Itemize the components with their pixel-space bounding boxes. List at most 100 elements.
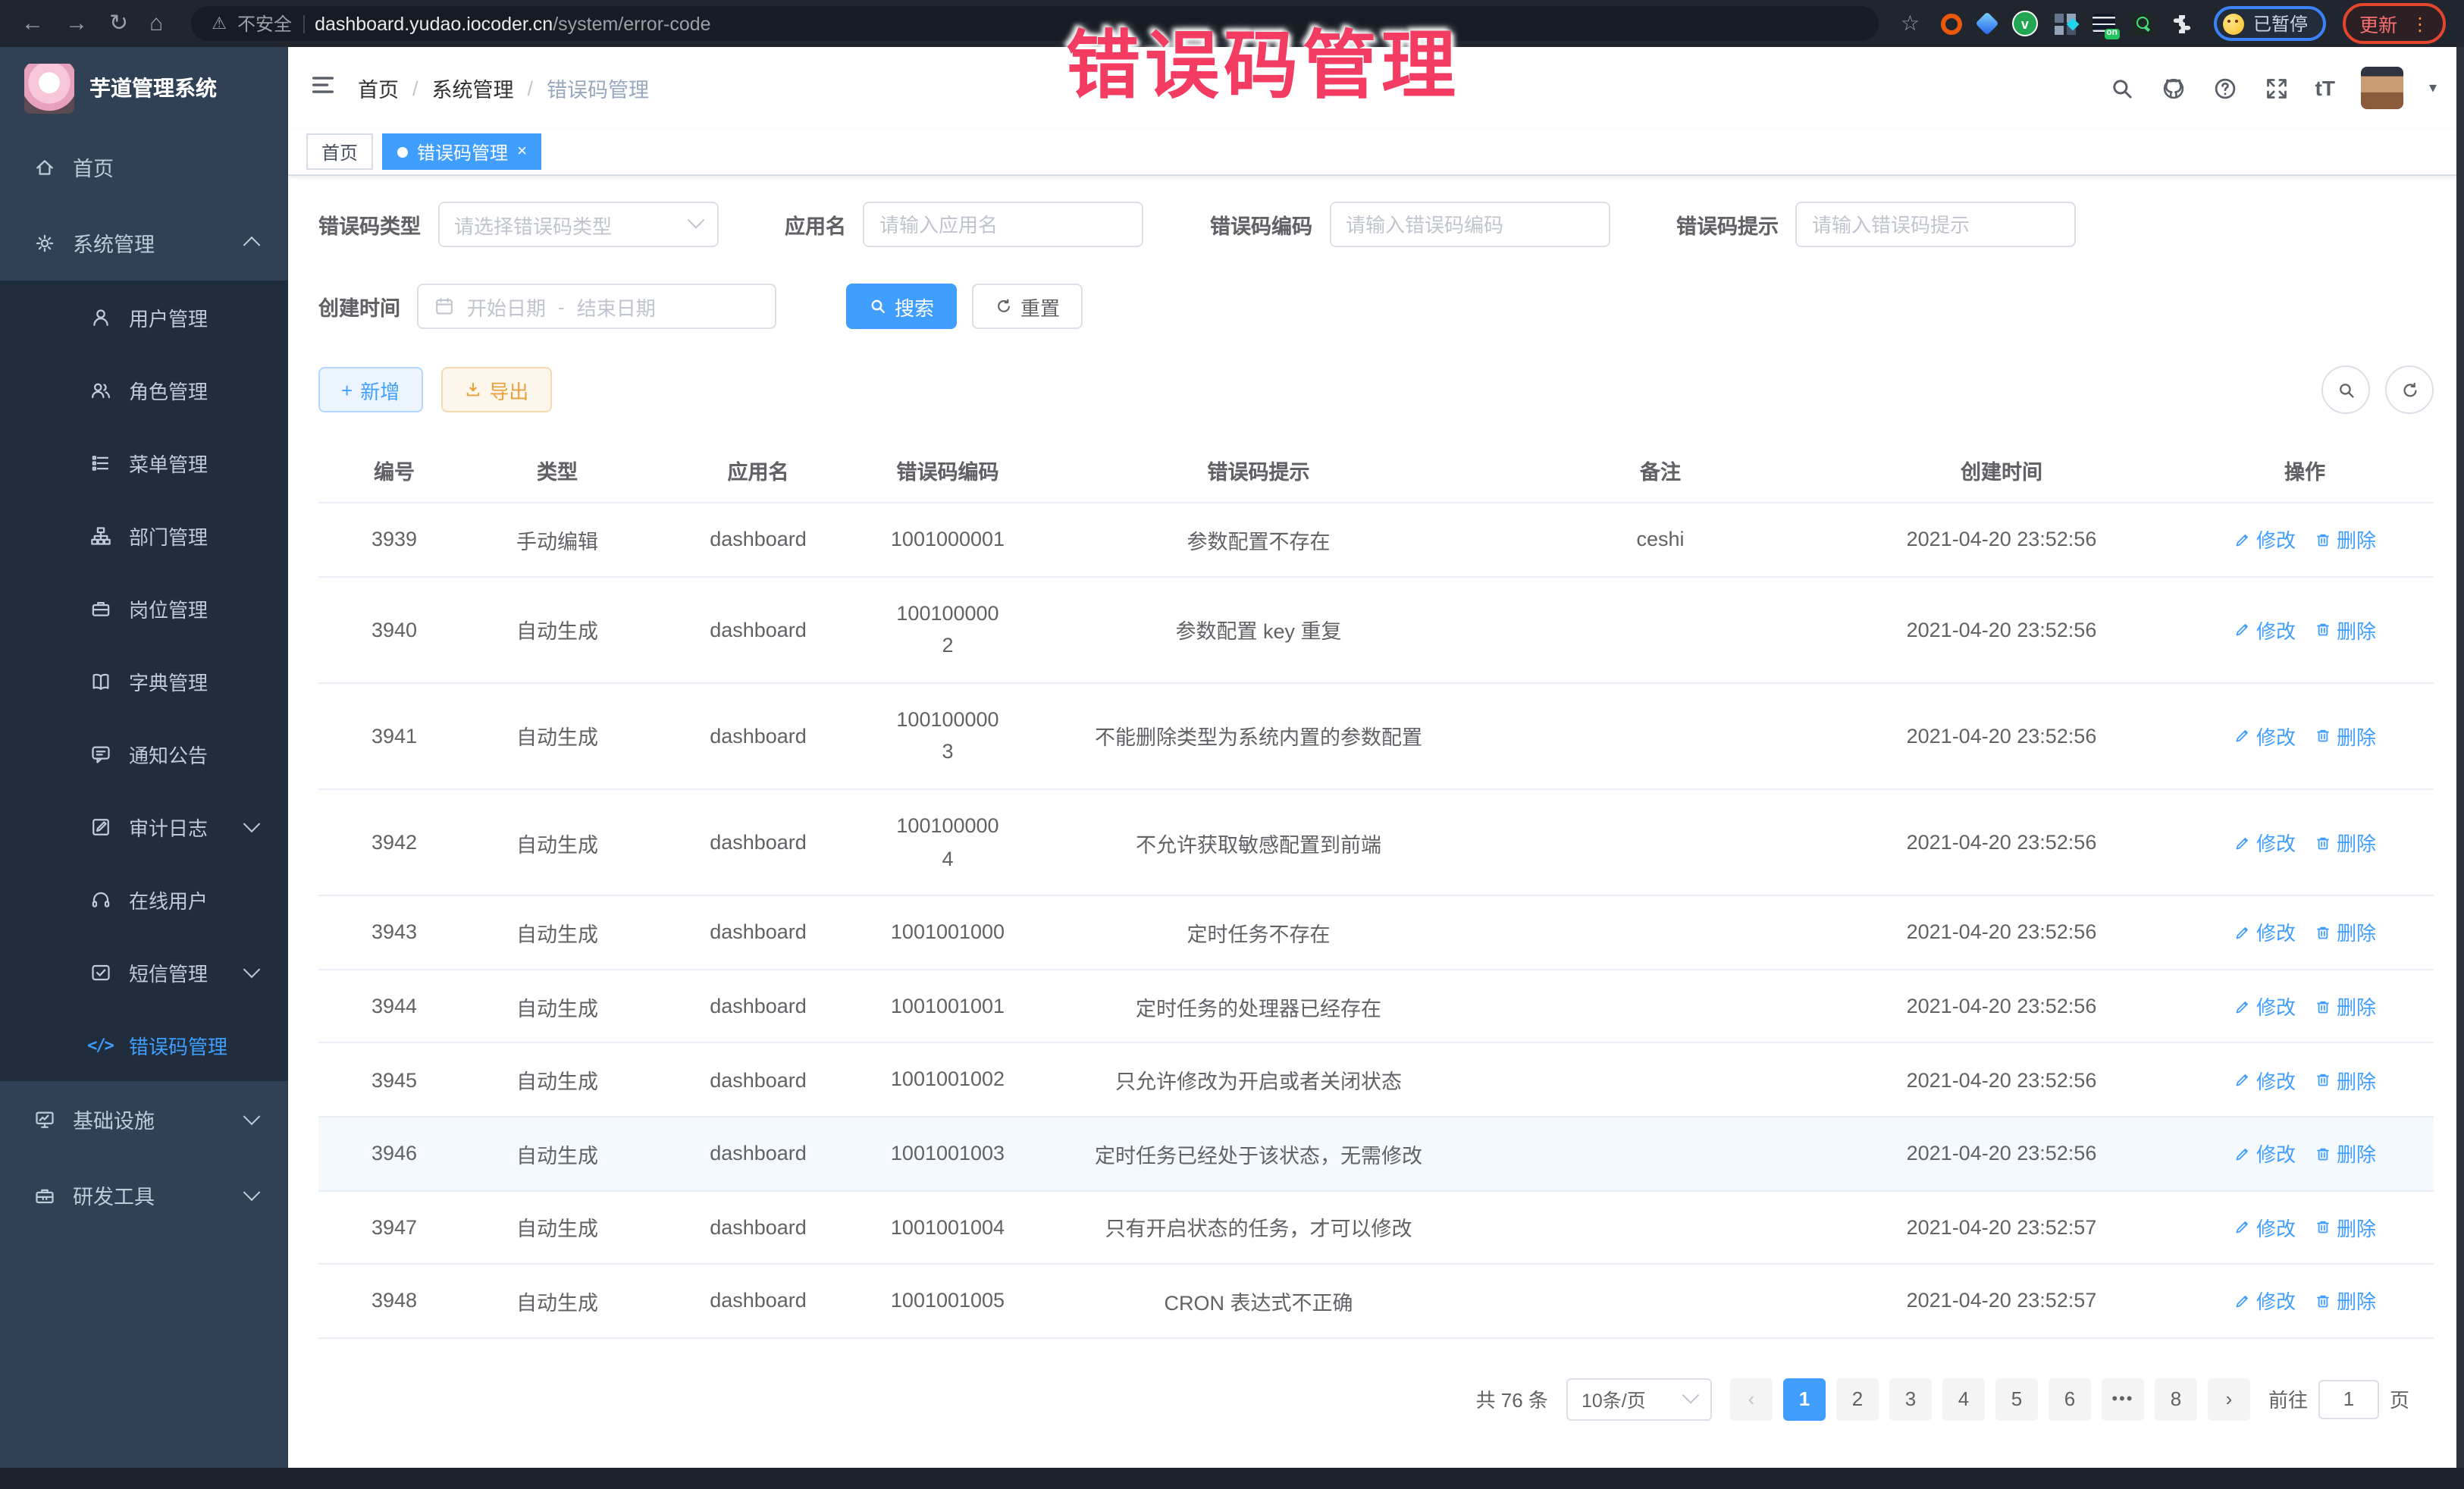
search-icon[interactable] <box>2109 75 2135 101</box>
page-button-5[interactable]: 5 <box>1995 1378 2038 1420</box>
help-icon[interactable] <box>2212 75 2238 101</box>
add-button[interactable]: +新增 <box>318 367 422 412</box>
edit-link[interactable]: 修改 <box>2234 918 2296 947</box>
prev-page-button[interactable]: ‹ <box>1730 1378 1773 1420</box>
delete-link[interactable]: 删除 <box>2314 1065 2376 1094</box>
calendar-icon <box>434 296 455 317</box>
sidebar-item-14[interactable]: 研发工具 <box>0 1157 288 1233</box>
user-avatar[interactable] <box>2361 67 2403 109</box>
sidebar-item-label: 首页 <box>73 152 114 182</box>
delete-link[interactable]: 删除 <box>2314 992 2376 1020</box>
error-type-select[interactable]: 请选择错误码类型 <box>437 202 718 247</box>
delete-link[interactable]: 删除 <box>2314 918 2376 947</box>
reset-button[interactable]: 重置 <box>972 284 1083 329</box>
bookmark-star-icon[interactable]: ☆ <box>1901 11 1920 36</box>
sidebar-item-label: 岗位管理 <box>129 594 208 622</box>
app-name-input[interactable] <box>863 202 1143 247</box>
sidebar-item-8[interactable]: 通知公告 <box>0 717 288 790</box>
forward-icon[interactable]: → <box>65 12 88 35</box>
page-button-2[interactable]: 2 <box>1836 1378 1879 1420</box>
home-icon[interactable]: ⌂ <box>149 12 163 35</box>
error-code-input[interactable] <box>1329 202 1610 247</box>
sidebar-item-5[interactable]: 部门管理 <box>0 499 288 572</box>
edit-link[interactable]: 修改 <box>2234 1065 2296 1094</box>
extension-icon[interactable] <box>1975 11 1998 35</box>
export-button[interactable]: 导出 <box>440 367 551 412</box>
delete-link[interactable]: 删除 <box>2314 1213 2376 1242</box>
refresh-table-button[interactable] <box>2385 365 2434 414</box>
tab-home[interactable]: 首页 <box>306 133 373 170</box>
row-actions: 修改删除 <box>2176 503 2434 576</box>
extension-icon[interactable] <box>2132 13 2153 34</box>
edit-link[interactable]: 修改 <box>2234 1287 2296 1315</box>
profile-paused-pill[interactable]: 已暂停 <box>2214 6 2326 41</box>
edit-link[interactable]: 修改 <box>2234 1213 2296 1242</box>
sidebar-item-9[interactable]: 审计日志 <box>0 790 288 863</box>
row-tip: 定时任务的处理器已经存在 <box>1024 970 1494 1043</box>
puzzle-extensions-icon[interactable] <box>2170 11 2194 36</box>
goto-page-input[interactable] <box>2318 1379 2379 1418</box>
gear-icon <box>32 230 56 255</box>
row-app: dashboard <box>644 789 872 895</box>
extension-icon[interactable] <box>1941 13 1962 34</box>
date-range-picker[interactable]: 开始日期 - 结束日期 <box>417 284 776 329</box>
delete-link[interactable]: 删除 <box>2314 1139 2376 1168</box>
back-icon[interactable]: ← <box>21 12 44 35</box>
edit-link[interactable]: 修改 <box>2234 722 2296 751</box>
edit-link[interactable]: 修改 <box>2234 1139 2296 1168</box>
sidebar-item-12[interactable]: </>错误码管理 <box>0 1008 288 1081</box>
page-ellipsis[interactable]: ••• <box>2102 1378 2144 1420</box>
sidebar-item-2[interactable]: 用户管理 <box>0 281 288 353</box>
edit-link[interactable]: 修改 <box>2234 615 2296 644</box>
toggle-search-button[interactable] <box>2321 365 2370 414</box>
menu-dots-icon[interactable]: ⋮ <box>2411 13 2429 34</box>
page-button-4[interactable]: 4 <box>1942 1378 1985 1420</box>
search-button[interactable]: 搜索 <box>846 284 957 329</box>
extension-icon[interactable] <box>2055 13 2076 34</box>
fullscreen-icon[interactable] <box>2264 75 2290 101</box>
edit-link[interactable]: 修改 <box>2234 828 2296 857</box>
table-row: 3939手动编辑dashboard1001000001参数配置不存在ceshi2… <box>318 503 2434 576</box>
close-icon[interactable]: × <box>517 143 527 161</box>
page-button-8[interactable]: 8 <box>2155 1378 2197 1420</box>
extension-icon[interactable]: on <box>2093 14 2115 33</box>
delete-link[interactable]: 删除 <box>2314 525 2376 554</box>
row-time: 2021-04-20 23:52:56 <box>1827 895 2176 969</box>
delete-link[interactable]: 删除 <box>2314 1287 2376 1315</box>
row-remark <box>1494 1264 1827 1337</box>
breadcrumb-current: 错误码管理 <box>547 73 649 103</box>
page-button-1[interactable]: 1 <box>1783 1378 1826 1420</box>
chevron-down-icon[interactable]: ▾ <box>2429 80 2437 96</box>
sidebar-item-4[interactable]: 菜单管理 <box>0 426 288 499</box>
page-button-6[interactable]: 6 <box>2049 1378 2091 1420</box>
next-page-button[interactable]: › <box>2208 1378 2250 1420</box>
sidebar-item-7[interactable]: 字典管理 <box>0 644 288 717</box>
edit-link[interactable]: 修改 <box>2234 992 2296 1020</box>
tab-error-code[interactable]: 错误码管理× <box>382 133 542 170</box>
font-size-icon[interactable]: tT <box>2315 77 2335 99</box>
reload-icon[interactable]: ↻ <box>109 12 128 35</box>
page-button-3[interactable]: 3 <box>1889 1378 1932 1420</box>
app-logo[interactable]: 芋道管理系统 <box>0 47 288 129</box>
delete-link[interactable]: 删除 <box>2314 828 2376 857</box>
sidebar-item-13[interactable]: 基础设施 <box>0 1081 288 1157</box>
extension-icon[interactable]: v <box>2012 11 2038 36</box>
scrollbar[interactable] <box>2456 47 2464 1468</box>
delete-link[interactable]: 删除 <box>2314 615 2376 644</box>
sidebar-item-11[interactable]: 短信管理 <box>0 936 288 1008</box>
breadcrumb-home[interactable]: 首页 <box>358 73 399 103</box>
sidebar-item-3[interactable]: 角色管理 <box>0 353 288 426</box>
delete-link[interactable]: 删除 <box>2314 722 2376 751</box>
hamburger-icon[interactable] <box>309 71 337 105</box>
sidebar-item-0[interactable]: 首页 <box>0 129 288 205</box>
sidebar-item-6[interactable]: 岗位管理 <box>0 572 288 644</box>
github-icon[interactable] <box>2161 75 2187 101</box>
sidebar-item-10[interactable]: 在线用户 <box>0 863 288 936</box>
sidebar-item-1[interactable]: 系统管理 <box>0 205 288 281</box>
page-size-select[interactable]: 10条/页 <box>1566 1378 1712 1420</box>
breadcrumb-system[interactable]: 系统管理 <box>432 73 514 103</box>
error-tip-input[interactable] <box>1795 202 2076 247</box>
address-bar[interactable]: ⚠ 不安全 dashboard.yudao.iocoder.cn/system/… <box>190 6 1879 41</box>
edit-link[interactable]: 修改 <box>2234 525 2296 554</box>
update-button[interactable]: 更新⋮ <box>2343 3 2446 44</box>
